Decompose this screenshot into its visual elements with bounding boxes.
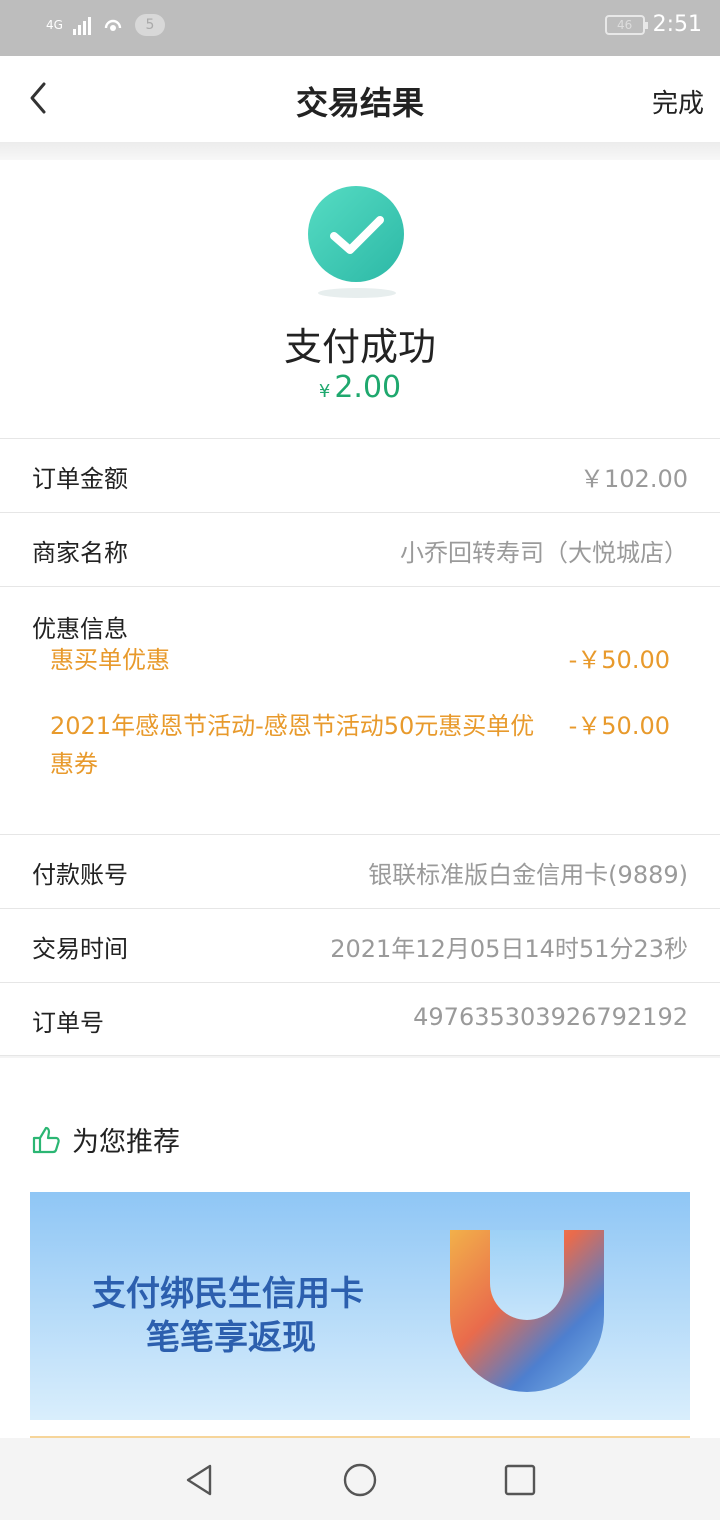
discount-name: 惠买单优惠 bbox=[50, 646, 170, 674]
detail-value: ￥102.00 bbox=[580, 465, 688, 493]
battery-icon: 46 bbox=[604, 14, 648, 35]
page-title: 交易结果 bbox=[295, 84, 424, 122]
discount-name: 2021年感恩节活动-感恩节活动50元惠买单优惠券 bbox=[50, 712, 535, 778]
detail-value: 银联标准版白金信用卡(9889) bbox=[368, 861, 688, 889]
status-bar: 4G 5 46 2:51 bbox=[0, 0, 720, 56]
recommend-header: 为您推荐 bbox=[30, 1120, 180, 1159]
divider bbox=[0, 142, 720, 160]
paid-amount: ¥2.00 bbox=[0, 370, 720, 405]
thumbs-up-icon bbox=[32, 1126, 60, 1153]
discount-amount: -￥50.00 bbox=[568, 712, 670, 740]
detail-value: 497635303926792192 bbox=[413, 1003, 688, 1031]
detail-label: 商家名称 bbox=[32, 539, 128, 567]
circle-home-icon[interactable] bbox=[342, 1462, 378, 1498]
currency-symbol: ¥ bbox=[318, 381, 331, 402]
notification-badge: 5 bbox=[134, 14, 165, 36]
detail-row-merchant: 商家名称 小乔回转寿司（大悦城店） bbox=[0, 512, 720, 586]
done-button[interactable]: 完成 bbox=[652, 83, 704, 120]
network-type: 4G bbox=[46, 18, 63, 32]
square-recent-icon[interactable] bbox=[502, 1462, 538, 1498]
detail-label: 订单金额 bbox=[32, 465, 128, 493]
icon-shadow bbox=[318, 288, 396, 298]
recommend-section: 为您推荐 支付绑民生信用卡 笔笔享返现 bbox=[0, 1058, 720, 1440]
detail-row-order-amount: 订单金额 ￥102.00 bbox=[0, 438, 720, 512]
detail-row-order-number: 订单号 497635303926792192 bbox=[0, 982, 720, 1056]
amount-value: 2.00 bbox=[334, 370, 402, 405]
detail-row-account: 付款账号 银联标准版白金信用卡(9889) bbox=[0, 834, 720, 908]
title-bar: 交易结果 完成 bbox=[0, 56, 720, 142]
detail-value: 2021年12月05日14时51分23秒 bbox=[330, 935, 688, 963]
banner-illustration bbox=[450, 1230, 604, 1392]
detail-row-discounts: 优惠信息 惠买单优惠 -￥50.00 2021年感恩节活动-感恩节活动50元惠买… bbox=[0, 586, 720, 834]
status-time: 2:51 bbox=[652, 12, 702, 37]
detail-value: 小乔回转寿司（大悦城店） bbox=[400, 539, 688, 567]
triangle-back-icon[interactable] bbox=[182, 1462, 218, 1498]
detail-label: 优惠信息 bbox=[32, 615, 128, 643]
promo-banner[interactable]: 支付绑民生信用卡 笔笔享返现 bbox=[30, 1192, 690, 1420]
discount-item: 2021年感恩节活动-感恩节活动50元惠买单优惠券 -￥50.00 bbox=[50, 707, 670, 783]
transaction-details: 订单金额 ￥102.00 商家名称 小乔回转寿司（大悦城店） 优惠信息 惠买单优… bbox=[0, 438, 720, 1056]
detail-label: 订单号 bbox=[32, 1009, 104, 1037]
banner-subline: 笔笔享返现 bbox=[146, 1318, 316, 1358]
banner-headline: 支付绑民生信用卡 bbox=[92, 1274, 364, 1314]
recommend-title: 为您推荐 bbox=[72, 1127, 180, 1158]
payment-status-text: 支付成功 bbox=[283, 325, 436, 369]
checkmark-circle-icon bbox=[308, 186, 404, 282]
hotspot-icon bbox=[104, 19, 122, 31]
discount-amount: -￥50.00 bbox=[568, 646, 670, 674]
discount-item: 惠买单优惠 -￥50.00 bbox=[50, 641, 670, 679]
detail-label: 付款账号 bbox=[32, 861, 128, 889]
signal-icon bbox=[72, 15, 91, 35]
payment-result-panel: 支付成功 ¥2.00 bbox=[0, 160, 720, 438]
detail-row-time: 交易时间 2021年12月05日14时51分23秒 bbox=[0, 908, 720, 982]
system-navigation-bar bbox=[0, 1438, 720, 1520]
detail-label: 交易时间 bbox=[32, 935, 128, 963]
